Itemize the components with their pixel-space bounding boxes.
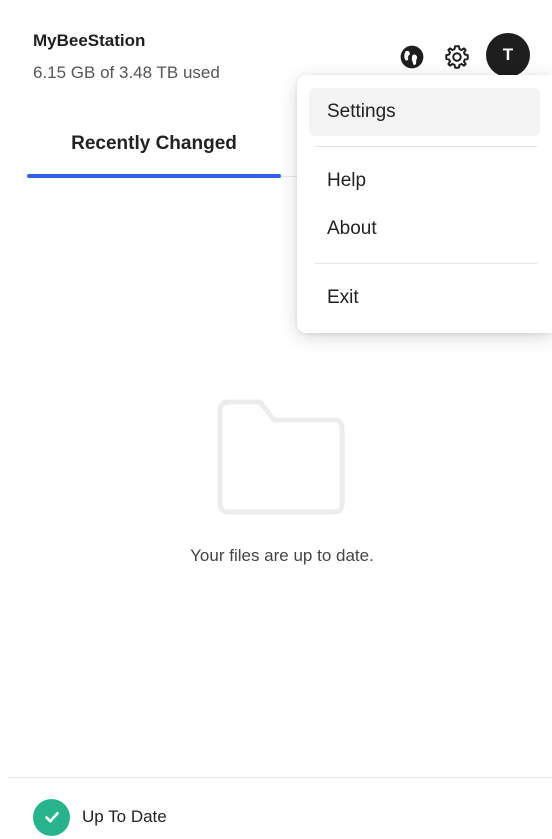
user-avatar[interactable]: T — [486, 33, 530, 77]
check-circle-icon — [33, 798, 70, 836]
menu-item-help[interactable]: Help — [309, 157, 540, 205]
footer-divider — [8, 777, 552, 778]
tab-recently-changed[interactable]: Recently Changed — [27, 110, 281, 178]
active-tab-indicator — [27, 174, 281, 178]
menu-item-settings[interactable]: Settings — [309, 88, 540, 136]
globe-icon[interactable] — [399, 44, 425, 70]
sync-status-label: Up To Date — [82, 807, 167, 826]
menu-separator — [315, 146, 537, 147]
menu-item-exit[interactable]: Exit — [309, 274, 540, 322]
app-title: MyBeeStation — [33, 31, 146, 50]
empty-state-message: Your files are up to date. — [190, 546, 374, 565]
storage-usage: 6.15 GB of 3.48 TB used — [33, 63, 220, 82]
account-dropdown-menu: Settings Help About Exit — [297, 75, 552, 333]
sync-status: Up To Date — [33, 798, 167, 836]
menu-item-about[interactable]: About — [309, 205, 540, 253]
menu-separator — [315, 263, 537, 264]
empty-state: Your files are up to date. — [0, 390, 552, 590]
folder-icon — [216, 398, 348, 521]
gear-icon[interactable] — [443, 43, 471, 71]
